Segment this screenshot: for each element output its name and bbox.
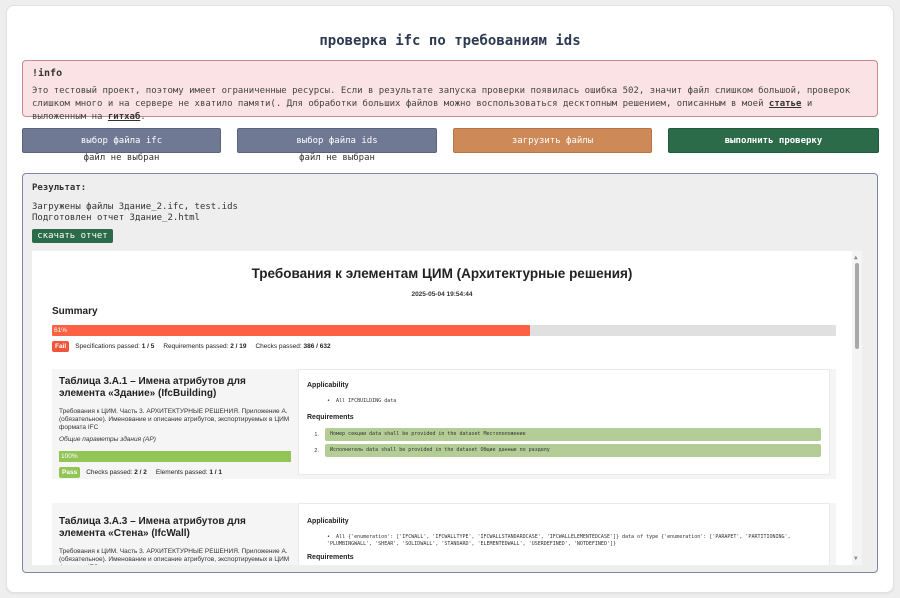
spec-details-pane: Applicability • All IFCBUILDING data Req… bbox=[298, 369, 830, 475]
spec-checks-stat: Checks passed: 2 / 2 bbox=[86, 469, 147, 476]
spec-block-building-info: Таблица 3.А.1 – Имена атрибутов для элем… bbox=[59, 369, 291, 478]
requirement-row: 2. Исполнитель data shall be provided in… bbox=[307, 444, 829, 457]
summary-heading: Summary bbox=[52, 306, 98, 317]
req-label: Requirements passed: bbox=[163, 343, 231, 350]
result-uploaded-line: Загружены файлы Здание_2.ifc, test.ids bbox=[32, 202, 238, 212]
download-report-button[interactable]: скачать отчет bbox=[32, 229, 113, 243]
applicability-heading: Applicability bbox=[307, 382, 349, 389]
info-text: Это тестовый проект, поэтому имеет огран… bbox=[32, 85, 868, 124]
requirement-number: 1. bbox=[314, 431, 319, 438]
checks-stat: Checks passed: 386 / 632 bbox=[255, 343, 330, 350]
pass-badge: Pass bbox=[59, 467, 81, 478]
report-title: Требования к элементам ЦИМ (Архитектурны… bbox=[251, 266, 633, 281]
spec-elements-label: Elements passed: bbox=[155, 469, 210, 476]
summary-stats: Fail Specifications passed: 1 / 5 Requir… bbox=[52, 341, 340, 352]
spec-progress-bar: 100% bbox=[59, 451, 291, 462]
ids-file-status: файл не выбран bbox=[299, 153, 375, 163]
spec-block-wall: Таблица 3.А.3 – Имена атрибутов для элем… bbox=[52, 503, 836, 565]
report-date: 2025-05-04 19:54:44 bbox=[411, 291, 473, 298]
applicability-item: • All {'enumeration': ['IFCWALL', 'IFCWA… bbox=[327, 534, 791, 547]
page-title: проверка ifc по требованиям ids bbox=[319, 33, 581, 49]
info-text-end: . bbox=[140, 112, 146, 122]
spec-block-building: Таблица 3.А.1 – Имена атрибутов для элем… bbox=[52, 369, 836, 479]
spec-title: Таблица 3.А.3 – Имена атрибутов для элем… bbox=[59, 516, 246, 539]
info-text-start: Это тестовый проект, поэтому имеет огран… bbox=[32, 86, 851, 109]
result-report-line: Подготовлен отчет Здание_2.html bbox=[32, 213, 200, 223]
requirement-text: Номер секции data shall be provided in t… bbox=[325, 428, 821, 441]
fail-badge: Fail bbox=[52, 341, 70, 352]
article-link[interactable]: статье bbox=[769, 99, 802, 109]
info-box: !info Это тестовый проект, поэтому имеет… bbox=[22, 60, 878, 122]
spec-stats: Pass Checks passed: 2 / 2 Elements passe… bbox=[59, 467, 291, 478]
requirement-number: 2. bbox=[314, 447, 319, 454]
requirement-text: Исполнитель data shall be provided in th… bbox=[325, 444, 821, 457]
spec-progress-fill: 100% bbox=[59, 451, 291, 462]
scroll-down-icon[interactable]: ▼ bbox=[854, 555, 858, 562]
checks-value: 386 / 632 bbox=[303, 343, 331, 350]
spec-label: Specifications passed: bbox=[75, 343, 142, 350]
spec-value: 1 / 5 bbox=[141, 343, 155, 350]
spec-elements-value: 1 / 1 bbox=[209, 469, 223, 476]
applicability-item: • All IFCBUILDING data bbox=[327, 398, 397, 404]
scroll-up-icon[interactable]: ▲ bbox=[854, 254, 858, 261]
checks-label: Checks passed: bbox=[255, 343, 304, 350]
run-check-button[interactable]: выполнить проверку bbox=[668, 128, 879, 153]
summary-progress-bar: 61% bbox=[52, 325, 836, 336]
result-panel: Результат: Загружены файлы Здание_2.ifc,… bbox=[22, 173, 878, 573]
applicability-heading: Applicability bbox=[307, 518, 349, 525]
spec-checks-value: 2 / 2 bbox=[134, 469, 147, 476]
applicability-text: All {'enumeration': ['IFCWALL', 'IFCWALL… bbox=[327, 534, 791, 547]
info-heading: !info bbox=[32, 68, 63, 79]
summary-progress-fill: 61% bbox=[52, 325, 531, 336]
upload-files-button[interactable]: загрузить файлы bbox=[453, 128, 652, 153]
spec-block-wall-info: Таблица 3.А.3 – Имена атрибутов для элем… bbox=[59, 503, 291, 565]
spec-description: Требования к ЦИМ. Часть 3. АРХИТЕКТУРНЫЕ… bbox=[59, 548, 290, 565]
req-value: 2 / 19 bbox=[230, 343, 247, 350]
spec-details-pane: Applicability • All {'enumeration': ['IF… bbox=[298, 503, 830, 565]
spec-note: Общие параметры здания (АР) bbox=[59, 436, 156, 443]
spec-elements-stat: Elements passed: 1 / 1 bbox=[156, 469, 222, 476]
result-label: Результат: bbox=[32, 183, 87, 193]
choose-ids-button[interactable]: выбор файла ids bbox=[237, 128, 437, 153]
report-scrollbar[interactable]: ▲ ▼ bbox=[852, 251, 862, 565]
applicability-text: All IFCBUILDING data bbox=[336, 398, 397, 404]
github-link[interactable]: гитхаб bbox=[108, 112, 141, 122]
choose-ifc-button[interactable]: выбор файла ifc bbox=[22, 128, 221, 153]
report-frame[interactable]: Требования к элементам ЦИМ (Архитектурны… bbox=[32, 251, 862, 565]
requirements-heading: Requirements bbox=[307, 554, 354, 561]
spec-checks-label: Checks passed: bbox=[86, 469, 135, 476]
ifc-file-status: файл не выбран bbox=[83, 153, 160, 163]
spec-stat: Specifications passed: 1 / 5 bbox=[75, 343, 154, 350]
scroll-thumb[interactable] bbox=[855, 263, 859, 349]
requirements-heading: Requirements bbox=[307, 414, 354, 421]
spec-description: Требования к ЦИМ. Часть 3. АРХИТЕКТУРНЫЕ… bbox=[59, 408, 290, 431]
req-stat: Requirements passed: 2 / 19 bbox=[163, 343, 246, 350]
spec-title: Таблица 3.А.1 – Имена атрибутов для элем… bbox=[59, 376, 246, 399]
requirement-row: 1. Номер секции data shall be provided i… bbox=[307, 428, 829, 441]
